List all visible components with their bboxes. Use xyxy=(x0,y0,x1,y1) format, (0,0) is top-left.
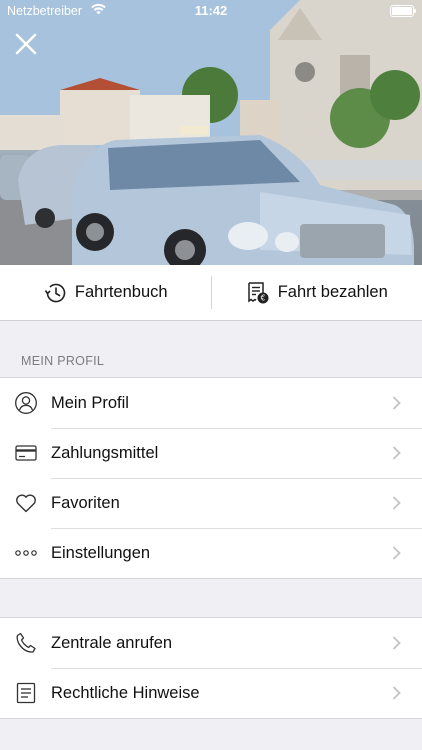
chevron-right-icon xyxy=(392,446,401,460)
taxi-photo xyxy=(0,0,422,265)
heart-icon xyxy=(14,491,38,515)
quick-actions-bar: Fahrtenbuch € Fahrt bezahlen xyxy=(0,265,422,321)
user-icon xyxy=(14,391,38,415)
credit-card-icon xyxy=(14,441,38,465)
profile-list: Mein Profil Zahlungsmittel Favoriten Ein… xyxy=(0,377,422,579)
history-icon xyxy=(44,283,66,302)
support-list: Zentrale anrufen Rechtliche Hinweise xyxy=(0,617,422,719)
chevron-right-icon xyxy=(392,546,401,560)
chevron-right-icon xyxy=(392,636,401,650)
phone-icon xyxy=(14,631,38,655)
status-bar: Netzbetreiber 11:42 xyxy=(0,0,422,22)
menu-item-label: Zahlungsmittel xyxy=(51,443,159,462)
menu-item-call-center[interactable]: Zentrale anrufen xyxy=(0,618,422,668)
menu-item-label: Favoriten xyxy=(51,493,120,512)
menu-item-legal-notice[interactable]: Rechtliche Hinweise xyxy=(0,668,422,718)
pay-ride-label: Fahrt bezahlen xyxy=(277,283,388,301)
menu-item-payment-methods[interactable]: Zahlungsmittel xyxy=(0,428,422,478)
clock: 11:42 xyxy=(194,3,228,18)
menu-item-settings[interactable]: Einstellungen xyxy=(0,528,422,578)
menu-item-label: Einstellungen xyxy=(51,543,151,562)
menu-item-my-profile[interactable]: Mein Profil xyxy=(0,378,422,428)
menu-item-label: Mein Profil xyxy=(51,393,129,412)
menu-item-label: Zentrale anrufen xyxy=(51,633,173,652)
close-icon xyxy=(15,33,37,55)
svg-text:€: € xyxy=(260,293,265,302)
ride-history-label: Fahrtenbuch xyxy=(74,283,168,301)
hero-image xyxy=(0,0,422,265)
chevron-right-icon xyxy=(392,496,401,510)
close-button[interactable] xyxy=(13,31,39,57)
menu-item-favorites[interactable]: Favoriten xyxy=(0,478,422,528)
battery-icon xyxy=(390,5,416,17)
chevron-right-icon xyxy=(392,396,401,410)
chevron-right-icon xyxy=(392,686,401,700)
pay-ride-button[interactable]: € Fahrt bezahlen xyxy=(212,265,422,320)
document-icon xyxy=(14,681,38,705)
more-dots-icon xyxy=(14,541,38,565)
section-header-profile: MEIN PROFIL xyxy=(21,354,105,368)
pay-ride-icon: € xyxy=(247,281,269,303)
menu-item-label: Rechtliche Hinweise xyxy=(51,683,200,702)
ride-history-button[interactable]: Fahrtenbuch xyxy=(0,265,211,320)
